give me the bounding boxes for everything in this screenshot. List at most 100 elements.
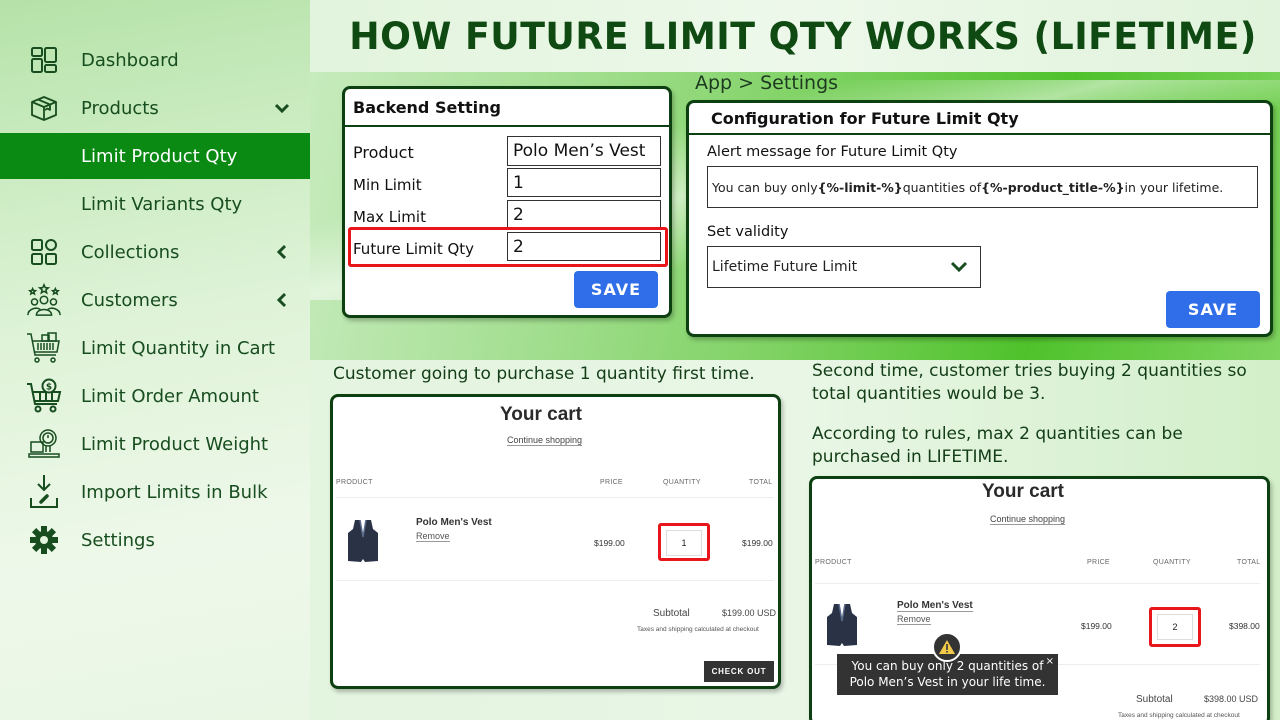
sidebar-item-import-limits-in-bulk[interactable]: Import Limits in Bulk [0, 469, 310, 515]
alert-text-part: You can buy only [712, 179, 818, 195]
column-header-quantity: QUANTITY [663, 479, 701, 486]
divider [336, 580, 774, 581]
subtotal-value: $398.00 USD [1204, 694, 1259, 704]
chevron-left-icon[interactable] [272, 290, 292, 310]
product-field[interactable]: Polo Men’s Vest [507, 136, 661, 166]
limit-token: {%-limit-%} [817, 179, 903, 195]
remove-link[interactable]: Remove [897, 614, 931, 625]
continue-shopping-link[interactable]: Continue shopping [990, 514, 1066, 525]
chevron-down-icon[interactable] [272, 98, 292, 118]
column-header-quantity: QUANTITY [1153, 559, 1191, 566]
sidebar-item-label: Limit Product Weight [81, 433, 269, 455]
subtotal-label: Subtotal [653, 608, 690, 619]
sidebar-item-settings[interactable]: Settings [0, 517, 310, 563]
cart-item-price: $199.00 [594, 538, 625, 548]
sidebar-item-label: Settings [81, 529, 155, 551]
sidebar-item-limit-order-amount[interactable]: $ Limit Order Amount [0, 373, 310, 419]
breadcrumb: App > Settings [695, 72, 839, 94]
alert-text-part: in your lifetime. [1124, 179, 1224, 195]
weight-scale-icon [26, 426, 62, 462]
future-limit-qty-field[interactable]: 2 [507, 232, 661, 261]
min-limit-field[interactable]: 1 [507, 168, 661, 197]
caption-line: According to rules, max 2 quantities can… [812, 424, 1183, 444]
backend-setting-card: Backend Setting Product Polo Men’s Vest … [342, 86, 672, 318]
sidebar-item-limit-product-qty[interactable]: Limit Product Qty [0, 133, 310, 179]
quantity-input[interactable]: 2 [1157, 614, 1193, 640]
backend-save-button[interactable]: SAVE [574, 271, 658, 308]
page-title: HOW FUTURE LIMIT QTY WORKS (LIFETIME) [349, 14, 1257, 58]
sidebar-item-limit-product-weight[interactable]: Limit Product Weight [0, 421, 310, 467]
subtotal-value: $199.00 USD [722, 608, 777, 618]
column-header-product: PRODUCT [336, 479, 373, 486]
cart-item-name[interactable]: Polo Men's Vest [897, 600, 973, 612]
alert-message-label: Alert message for Future Limit Qty [707, 144, 958, 160]
sidebar-item-label: Limit Product Qty [81, 145, 238, 167]
customers-stars-icon [26, 282, 62, 318]
cart-title: Your cart [500, 404, 583, 425]
column-header-total: TOTAL [1237, 559, 1261, 566]
alert-message-input[interactable]: You can buy only {%-limit-%} quantities … [707, 166, 1258, 208]
box-icon [26, 90, 62, 126]
caption-line: Second time, customer tries buying 2 qua… [812, 361, 1247, 381]
checkout-button[interactable]: CHECK OUT [704, 661, 774, 682]
subtotal-label: Subtotal [1136, 694, 1173, 705]
tax-note: Taxes and shipping calculated at checkou… [637, 626, 759, 633]
import-icon [26, 474, 62, 510]
column-header-total: TOTAL [749, 479, 773, 486]
sidebar-item-label: Limit Order Amount [81, 385, 259, 407]
sidebar-item-limit-variants-qty[interactable]: Limit Variants Qty [0, 181, 310, 227]
backend-setting-title: Backend Setting [345, 89, 669, 127]
product-title-token: {%-product_title-%} [981, 179, 1125, 195]
svg-text:$: $ [46, 383, 52, 393]
sidebar-item-label: Dashboard [81, 49, 179, 71]
caption-line: purchased in LIFETIME. [812, 447, 1009, 467]
max-limit-field[interactable]: 2 [507, 200, 661, 229]
configuration-title: Configuration for Future Limit Qty [689, 103, 1270, 135]
cart-item-price: $199.00 [1081, 621, 1112, 631]
gear-icon [26, 522, 62, 558]
tax-note: Taxes and shipping calculated at checkou… [1118, 712, 1240, 719]
cart-item-total: $199.00 [742, 538, 773, 548]
min-limit-label: Min Limit [353, 176, 422, 194]
cart-icon [26, 330, 62, 366]
cart-item-name[interactable]: Polo Men's Vest [416, 517, 492, 528]
collections-grid-icon [26, 234, 62, 270]
sidebar-item-label: Customers [81, 289, 178, 311]
sidebar-item-products[interactable]: Products [0, 85, 310, 131]
sidebar-item-label: Limit Variants Qty [81, 193, 243, 215]
alert-text-part: quantities of [902, 179, 982, 195]
cart-item-total: $398.00 [1229, 621, 1260, 631]
caption-rule: According to rules, max 2 quantities can… [812, 423, 1183, 469]
sidebar-item-label: Import Limits in Bulk [81, 481, 268, 503]
product-label: Product [353, 143, 414, 162]
validity-select[interactable]: Lifetime Future Limit [707, 246, 981, 288]
title-bar: HOW FUTURE LIMIT QTY WORKS (LIFETIME) [310, 0, 1280, 72]
configuration-card: Configuration for Future Limit Qty Alert… [686, 100, 1273, 337]
product-thumbnail [826, 603, 858, 651]
future-limit-qty-label: Future Limit Qty [353, 240, 475, 258]
continue-shopping-link[interactable]: Continue shopping [507, 435, 583, 446]
column-header-price: PRICE [600, 479, 623, 486]
caption-first-purchase: Customer going to purchase 1 quantity fi… [333, 364, 755, 384]
warning-icon [932, 632, 962, 662]
cart-card-first: Your cart Continue shopping PRODUCT PRIC… [330, 394, 781, 689]
toast-line: Polo Men’s Vest in your life time. [849, 675, 1046, 689]
sidebar-item-label: Limit Quantity in Cart [81, 337, 276, 359]
sidebar-item-dashboard[interactable]: Dashboard [0, 37, 310, 83]
sidebar-item-collections[interactable]: Collections [0, 229, 310, 275]
sidebar-item-limit-quantity-in-cart[interactable]: Limit Quantity in Cart [0, 325, 310, 371]
close-icon[interactable]: × [1046, 654, 1054, 670]
quantity-input[interactable]: 1 [666, 530, 702, 556]
caption-line: total quantities would be 3. [812, 384, 1046, 404]
cart-dollar-icon: $ [26, 378, 62, 414]
config-save-button[interactable]: SAVE [1166, 291, 1260, 328]
set-validity-label: Set validity [707, 224, 789, 240]
chevron-left-icon[interactable] [272, 242, 292, 262]
validity-selected-value: Lifetime Future Limit [712, 259, 858, 275]
sidebar-item-customers[interactable]: Customers [0, 277, 310, 323]
chevron-down-icon [950, 259, 968, 279]
remove-link[interactable]: Remove [416, 531, 450, 542]
dashboard-icon [26, 42, 62, 78]
divider [815, 583, 1260, 584]
sidebar-item-label: Products [81, 97, 159, 119]
